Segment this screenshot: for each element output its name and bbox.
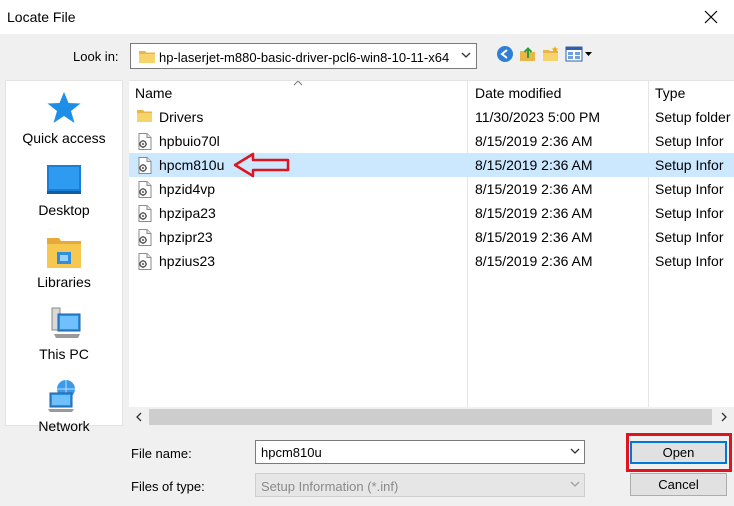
file-row[interactable]: hpbuio70l 8/15/2019 2:36 AM Setup Infor [129, 129, 734, 153]
file-name: hpzius23 [159, 253, 216, 269]
file-name-label: File name: [131, 446, 192, 461]
look-in-label: Look in: [73, 49, 119, 64]
place-libraries[interactable]: Libraries [6, 235, 122, 290]
network-icon [48, 380, 75, 412]
cancel-button[interactable]: Cancel [630, 473, 727, 496]
file-date: 8/15/2019 2:36 AM [475, 205, 593, 221]
file-row[interactable]: hpzid4vp 8/15/2019 2:36 AM Setup Infor [129, 177, 734, 201]
file-name: hpbuio70l [159, 133, 220, 149]
title-bar: Locate File [0, 0, 734, 34]
file-row[interactable]: hpzipa23 8/15/2019 2:36 AM Setup Infor [129, 201, 734, 225]
column-header-type[interactable]: Type [649, 81, 734, 105]
place-quick-access[interactable]: Quick access [6, 91, 122, 146]
view-grid-icon [565, 46, 592, 62]
sort-up-icon [293, 81, 303, 86]
annotation-highlight-box [626, 433, 732, 472]
libraries-icon [47, 238, 81, 268]
place-label: This PC [39, 346, 89, 362]
chevron-right-icon [721, 412, 727, 422]
annotation-arrow-icon [233, 152, 290, 178]
file-name: hpzid4vp [159, 181, 216, 197]
place-label: Libraries [37, 274, 91, 290]
setup-info-file-icon [137, 253, 153, 273]
file-type: Setup Infor [655, 133, 724, 149]
setup-info-file-icon [137, 133, 153, 153]
back-button[interactable] [496, 45, 516, 65]
file-type: Setup Infor [655, 253, 724, 269]
scroll-left-button[interactable] [129, 409, 149, 425]
look-in-dropdown[interactable]: hp-laserjet-m880-basic-driver-pcl6-win8-… [130, 43, 477, 69]
up-folder-button[interactable] [519, 45, 539, 65]
column-header-name[interactable]: Name [129, 81, 467, 105]
file-name-value: hpcm810u [261, 445, 322, 460]
new-folder-icon [543, 46, 559, 61]
file-row[interactable]: Drivers 11/30/2023 5:00 PM Setup folder [129, 105, 734, 129]
file-date: 8/15/2019 2:36 AM [475, 181, 593, 197]
chevron-down-icon[interactable] [570, 447, 580, 455]
chevron-down-icon [461, 52, 471, 58]
file-row[interactable]: hpzius23 8/15/2019 2:36 AM Setup Infor [129, 249, 734, 273]
view-menu-button[interactable] [565, 45, 595, 65]
column-header-date[interactable]: Date modified [468, 81, 648, 105]
file-type: Setup Infor [655, 205, 724, 221]
file-type: Setup folder [655, 109, 731, 125]
file-name: hpcm810u [159, 157, 225, 173]
file-row[interactable]: hpcm810u 8/15/2019 2:36 AM Setup Infor [129, 153, 734, 177]
folder-icon [137, 109, 153, 126]
window-title: Locate File [7, 9, 76, 25]
file-name: hpzipr23 [159, 229, 213, 245]
look-in-path: hp-laserjet-m880-basic-driver-pcl6-win8-… [159, 50, 450, 65]
file-date: 8/15/2019 2:36 AM [475, 229, 593, 245]
new-folder-button[interactable] [542, 45, 562, 65]
file-type: Setup Infor [655, 229, 724, 245]
up-folder-icon [520, 47, 535, 61]
file-list[interactable]: Name Date modified Type Drivers 11/30/202… [129, 80, 734, 426]
close-icon [704, 10, 718, 24]
file-name: hpzipa23 [159, 205, 216, 221]
close-button[interactable] [688, 0, 734, 34]
star-icon [47, 92, 81, 123]
place-label: Desktop [38, 202, 90, 218]
file-row[interactable]: hpzipr23 8/15/2019 2:36 AM Setup Infor [129, 225, 734, 249]
file-date: 8/15/2019 2:36 AM [475, 253, 593, 269]
setup-info-file-icon [137, 157, 153, 177]
files-of-type-dropdown[interactable]: Setup Information (*.inf) [255, 473, 585, 497]
place-network[interactable]: Network [6, 379, 122, 434]
setup-info-file-icon [137, 229, 153, 249]
chevron-down-icon [570, 481, 580, 487]
setup-info-file-icon [137, 205, 153, 225]
setup-info-file-icon [137, 181, 153, 201]
chevron-left-icon [136, 412, 142, 422]
scrollbar-thumb[interactable] [149, 409, 712, 425]
computer-icon [51, 307, 81, 338]
horizontal-scrollbar[interactable] [129, 407, 734, 426]
place-this-pc[interactable]: This PC [6, 307, 122, 362]
file-date: 11/30/2023 5:00 PM [475, 109, 601, 125]
place-label: Network [38, 418, 90, 434]
files-of-type-value: Setup Information (*.inf) [261, 479, 399, 494]
file-name-input[interactable]: hpcm810u [255, 440, 585, 464]
file-date: 8/15/2019 2:36 AM [475, 133, 593, 149]
place-label: Quick access [22, 130, 106, 146]
folder-icon [139, 51, 155, 63]
desktop-icon [47, 165, 81, 194]
file-type: Setup Infor [655, 181, 724, 197]
file-date: 8/15/2019 2:36 AM [475, 157, 593, 173]
file-type: Setup Infor [655, 157, 724, 173]
places-bar: Quick access Desktop Libraries This PC N… [5, 80, 123, 434]
files-of-type-label: Files of type: [131, 479, 205, 494]
file-name: Drivers [159, 109, 204, 125]
scroll-right-button[interactable] [714, 409, 734, 425]
place-desktop[interactable]: Desktop [6, 163, 122, 218]
back-arrow-icon [497, 46, 513, 62]
